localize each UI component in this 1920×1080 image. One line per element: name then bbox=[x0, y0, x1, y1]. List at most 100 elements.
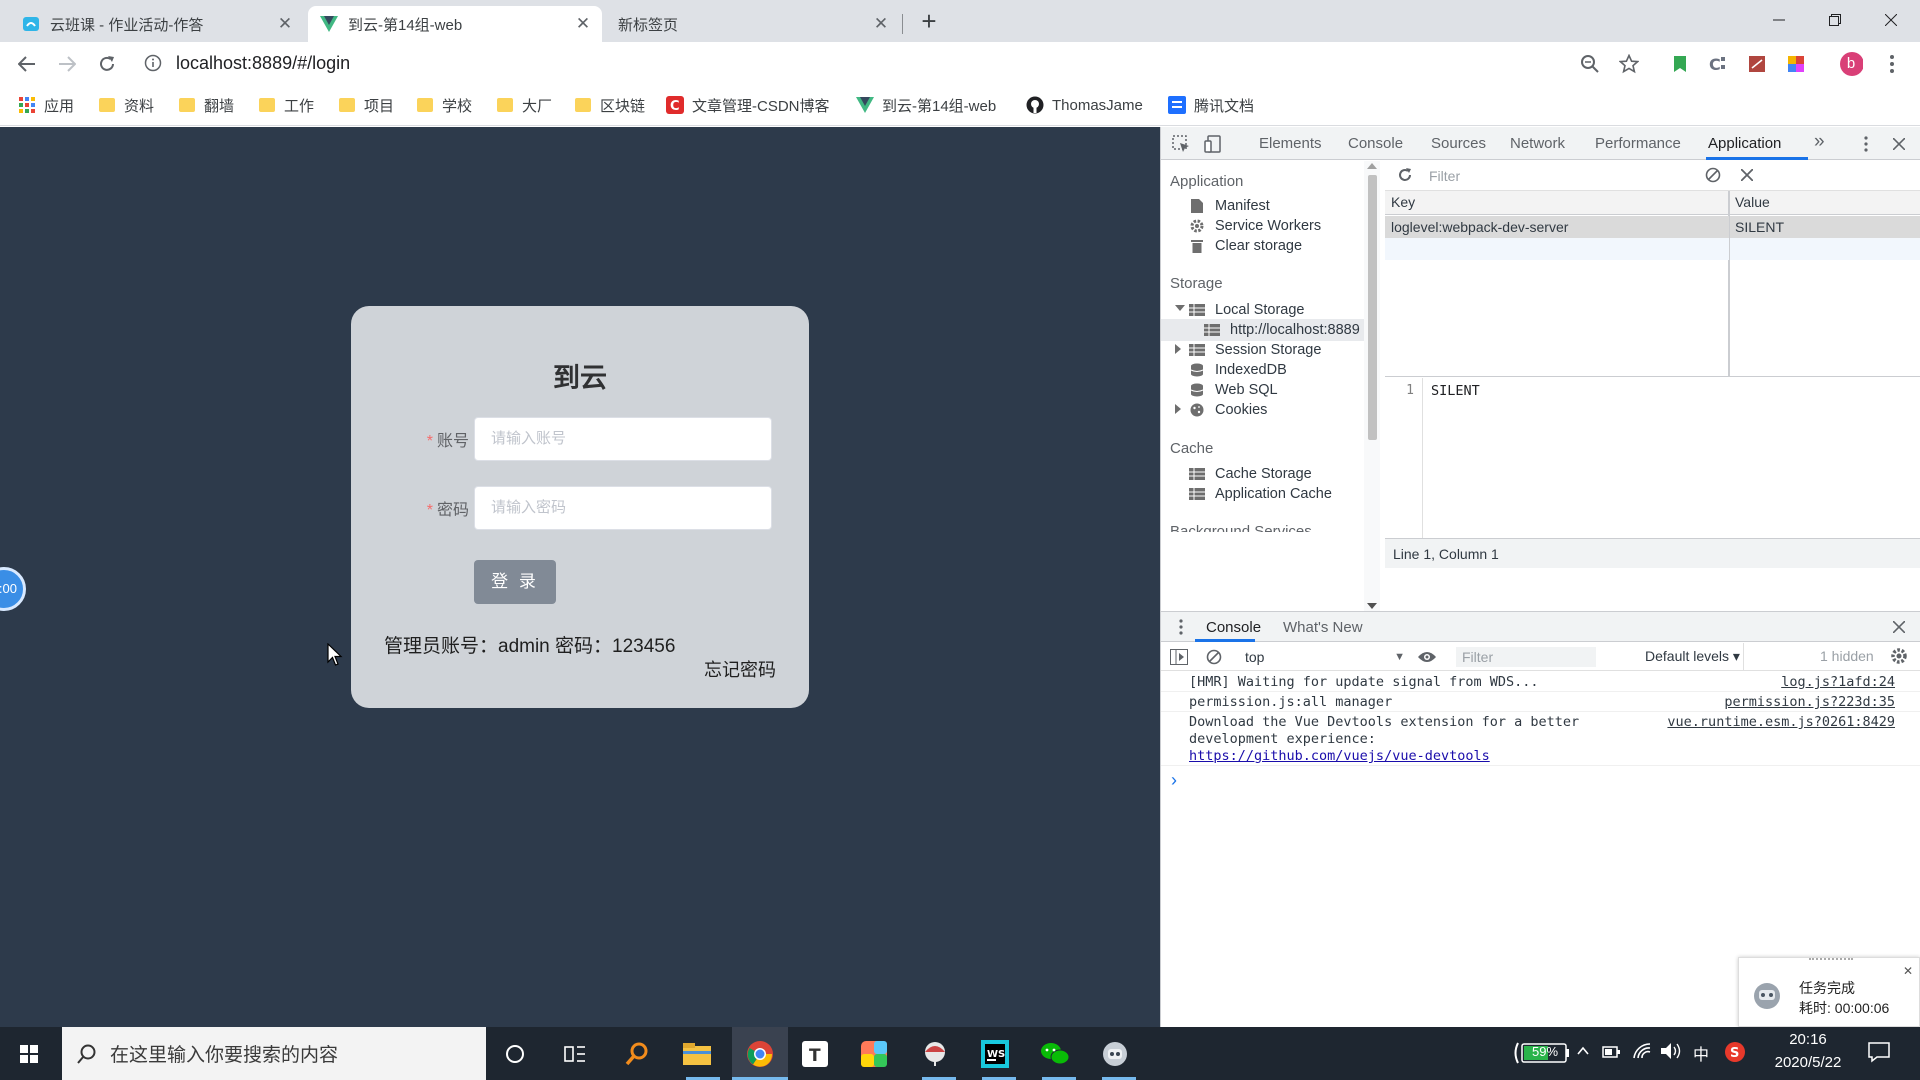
close-window-button[interactable] bbox=[1868, 0, 1914, 40]
new-tab-button[interactable]: + bbox=[915, 8, 943, 36]
restore-button[interactable] bbox=[1812, 0, 1858, 40]
drawer-tab-console[interactable]: Console bbox=[1206, 619, 1261, 636]
device-toolbar-icon[interactable] bbox=[1203, 134, 1223, 154]
login-button[interactable]: 登 录 bbox=[474, 560, 556, 604]
extension-green-icon[interactable] bbox=[1668, 52, 1692, 76]
devtools-tab-console[interactable]: Console bbox=[1348, 135, 1403, 152]
sidebar-item-local-storage[interactable]: Local Storage bbox=[1189, 299, 1304, 321]
delete-selected-icon[interactable] bbox=[1737, 165, 1757, 185]
scroll-down-icon[interactable] bbox=[1367, 603, 1377, 609]
power-plug-icon[interactable] bbox=[1602, 1044, 1622, 1064]
bookmark-folder[interactable]: 翻墙 bbox=[178, 94, 234, 116]
sidebar-item-clear-storage[interactable]: Clear storage bbox=[1189, 235, 1302, 257]
devtools-tab-sources[interactable]: Sources bbox=[1431, 135, 1486, 152]
sidebar-item-cookies[interactable]: Cookies bbox=[1189, 399, 1267, 421]
collapse-triangle-icon[interactable] bbox=[1175, 344, 1181, 354]
bookmark-github[interactable]: ThomasJame bbox=[1026, 94, 1143, 116]
drag-handle[interactable] bbox=[1809, 958, 1853, 962]
more-tabs-icon[interactable]: » bbox=[1814, 131, 1825, 153]
extension-c-icon[interactable]: C bbox=[1706, 52, 1730, 76]
inspect-element-icon[interactable] bbox=[1171, 134, 1191, 154]
sidebar-item-cache-storage[interactable]: Cache Storage bbox=[1189, 463, 1312, 485]
show-sidebar-icon[interactable] bbox=[1169, 647, 1189, 667]
extension-colorful-icon[interactable] bbox=[1784, 52, 1808, 76]
close-drawer-icon[interactable] bbox=[1889, 617, 1909, 637]
bookmark-folder[interactable]: 资料 bbox=[98, 94, 154, 116]
column-header-value[interactable]: Value bbox=[1735, 194, 1770, 210]
robot-app-icon[interactable] bbox=[1098, 1037, 1132, 1071]
log-levels-dropdown[interactable]: Default levels ▾ bbox=[1645, 648, 1740, 665]
taskbar-search-box[interactable]: 在这里输入你要搜索的内容 bbox=[62, 1027, 486, 1080]
sidebar-item-indexeddb[interactable]: IndexedDB bbox=[1189, 359, 1287, 381]
browser-tab-yunbanke[interactable]: 云班课 - 作业活动-作答 ✕ bbox=[10, 6, 304, 42]
scrollbar-thumb[interactable] bbox=[1368, 175, 1377, 440]
task-view-icon[interactable] bbox=[558, 1037, 592, 1071]
sidebar-item-application-cache[interactable]: Application Cache bbox=[1189, 483, 1332, 505]
message-source-link[interactable]: log.js?1afd:24 bbox=[1781, 674, 1895, 690]
column-header-key[interactable]: Key bbox=[1391, 194, 1415, 210]
close-tab-icon[interactable]: ✕ bbox=[872, 15, 890, 33]
expand-triangle-icon[interactable] bbox=[1175, 305, 1185, 311]
sidebar-item-session-storage[interactable]: Session Storage bbox=[1189, 339, 1321, 361]
bookmark-apps[interactable]: 应用 bbox=[18, 94, 74, 116]
sidebar-item-manifest[interactable]: Manifest bbox=[1189, 195, 1270, 217]
bookmark-folder[interactable]: 大厂 bbox=[496, 94, 552, 116]
windows-start-icon[interactable] bbox=[12, 1037, 46, 1071]
console-prompt[interactable]: › bbox=[1171, 770, 1177, 791]
drawer-tab-whats-new[interactable]: What's New bbox=[1283, 619, 1363, 636]
sidebar-item-service-workers[interactable]: Service Workers bbox=[1189, 215, 1321, 237]
live-expression-eye-icon[interactable] bbox=[1417, 647, 1437, 667]
extension-pdf-icon[interactable] bbox=[1745, 52, 1769, 76]
file-explorer-icon[interactable] bbox=[680, 1037, 714, 1071]
tray-expand-icon[interactable] bbox=[1577, 1043, 1589, 1060]
reload-icon[interactable] bbox=[92, 49, 122, 79]
battery-indicator[interactable]: 59% bbox=[1512, 1041, 1572, 1069]
task-complete-notification[interactable]: ✕ 任务完成 耗时: 00:00:06 bbox=[1738, 957, 1920, 1027]
devtools-tab-elements[interactable]: Elements bbox=[1259, 135, 1322, 152]
volume-icon[interactable] bbox=[1660, 1042, 1682, 1064]
table-row-empty[interactable] bbox=[1385, 238, 1920, 260]
wifi-icon[interactable] bbox=[1632, 1042, 1652, 1064]
table-row[interactable]: loglevel:webpack-dev-server SILENT bbox=[1385, 216, 1920, 238]
bookmark-folder[interactable]: 项目 bbox=[338, 94, 394, 116]
message-source-link[interactable]: permission.js?223d:35 bbox=[1724, 694, 1895, 710]
webstorm-icon[interactable]: WS bbox=[978, 1037, 1012, 1071]
address-bar[interactable]: localhost:8889/#/login bbox=[176, 53, 350, 74]
drawer-menu-icon[interactable] bbox=[1171, 617, 1191, 637]
bookmark-folder[interactable]: 工作 bbox=[258, 94, 314, 116]
bookmark-folder[interactable]: 学校 bbox=[416, 94, 472, 116]
bookmark-folder[interactable]: 区块链 bbox=[574, 94, 645, 116]
message-source-link[interactable]: vue.runtime.esm.js?0261:8429 bbox=[1667, 714, 1895, 730]
forward-icon[interactable] bbox=[52, 49, 82, 79]
account-input[interactable]: 请输入账号 bbox=[474, 417, 772, 461]
clock-time[interactable]: 20:16 bbox=[1768, 1031, 1848, 1048]
sidebar-scrollbar[interactable] bbox=[1364, 161, 1380, 611]
devtools-tab-network[interactable]: Network bbox=[1510, 135, 1565, 152]
bookmark-csdn[interactable]: C 文章管理-CSDN博客 bbox=[666, 94, 830, 116]
chrome-icon[interactable] bbox=[743, 1037, 777, 1071]
forgot-password-link[interactable]: 忘记密码 bbox=[704, 656, 776, 682]
close-tab-icon[interactable]: ✕ bbox=[574, 15, 592, 33]
browser-tab-newtab[interactable]: 新标签页 ✕ bbox=[606, 6, 900, 42]
sidebar-item-web-sql[interactable]: Web SQL bbox=[1189, 379, 1278, 401]
ime-indicator[interactable]: 中 bbox=[1693, 1041, 1709, 1065]
collapse-triangle-icon[interactable] bbox=[1175, 404, 1181, 414]
clock-date[interactable]: 2020/5/22 bbox=[1762, 1054, 1854, 1071]
color-app-icon[interactable] bbox=[857, 1037, 891, 1071]
close-devtools-icon[interactable] bbox=[1889, 134, 1909, 154]
floating-timer-badge[interactable]: :00 bbox=[0, 567, 26, 611]
context-selector[interactable]: top ▼ bbox=[1245, 647, 1405, 667]
console-settings-gear-icon[interactable] bbox=[1889, 646, 1909, 666]
menu-kebab-icon[interactable] bbox=[1880, 52, 1904, 76]
devtools-tab-application[interactable]: Application bbox=[1708, 135, 1781, 152]
pinned-app-icon[interactable] bbox=[918, 1037, 952, 1071]
sidebar-item-localhost-origin[interactable]: http://localhost:8889 bbox=[1161, 319, 1364, 341]
bookmark-daoyun[interactable]: 到云-第14组-web bbox=[856, 94, 996, 116]
devtools-menu-icon[interactable] bbox=[1856, 134, 1876, 154]
scroll-up-icon[interactable] bbox=[1367, 163, 1377, 169]
profile-avatar[interactable]: b bbox=[1839, 52, 1863, 76]
storage-filter-input[interactable]: Filter bbox=[1423, 165, 1673, 187]
back-icon[interactable] bbox=[12, 49, 42, 79]
vue-devtools-link[interactable]: https://github.com/vuejs/vue-devtools bbox=[1189, 748, 1490, 765]
sogou-ime-icon[interactable]: S bbox=[1724, 1041, 1746, 1067]
